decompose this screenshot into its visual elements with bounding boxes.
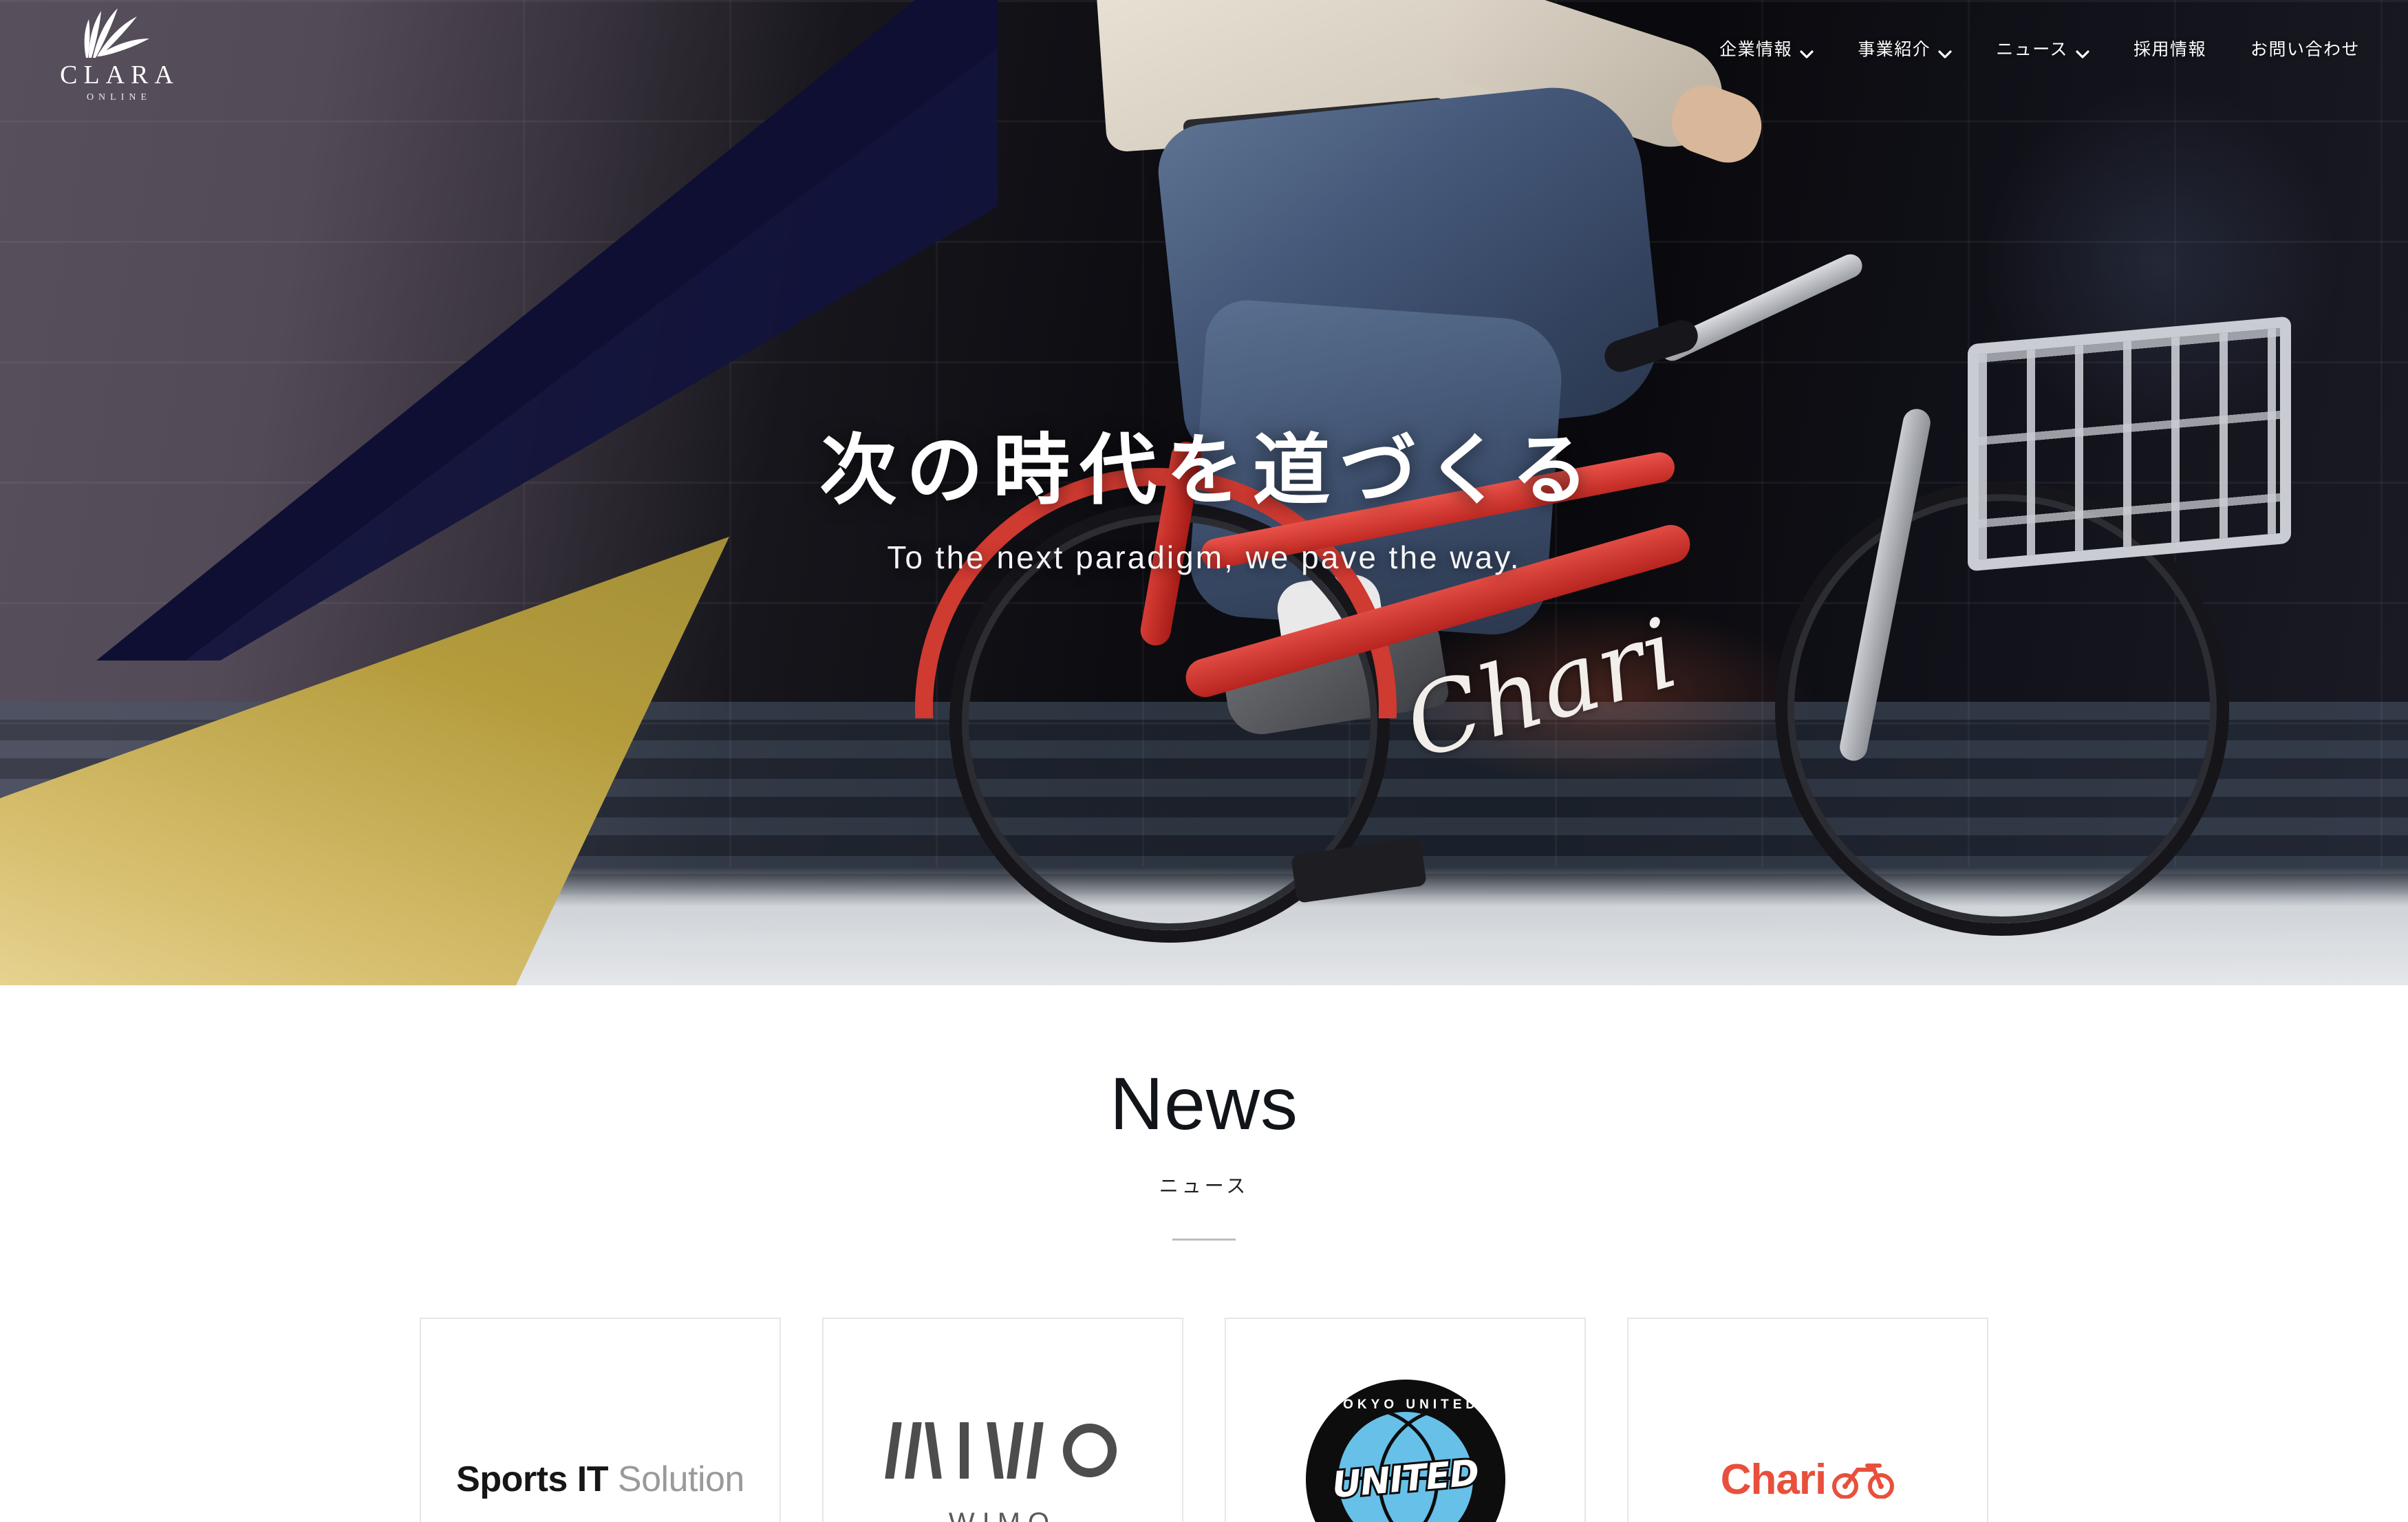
- bicycle-icon: [1831, 1460, 1895, 1499]
- chevron-down-icon: [2076, 44, 2089, 58]
- hero-title: 次の時代を道づくる: [819, 427, 1598, 513]
- news-heading: News: [1109, 1062, 1299, 1145]
- logo-text-bold: Sports IT: [456, 1459, 608, 1499]
- hero-section: Chari 次の時代を道づくる To the next paradigm, we…: [0, 0, 2408, 985]
- nav-label: 事業紹介: [1858, 40, 1931, 59]
- nav-item-recruit[interactable]: 採用情報: [2133, 36, 2206, 61]
- news-card-list: Sports IT Solution WIMO TOKYO UNITED: [0, 1318, 2408, 1522]
- nav-item-contact[interactable]: お問い合わせ: [2250, 36, 2360, 61]
- logo-tagline: ONLINE: [86, 92, 152, 103]
- badge-arc-top-text: TOKYO UNITED: [1331, 1397, 1480, 1412]
- nav-label: 採用情報: [2133, 40, 2206, 59]
- clara-leaf-mark-icon: [65, 4, 169, 61]
- bicycle-grip: [1600, 316, 1702, 376]
- nav-label: お問い合わせ: [2250, 40, 2360, 59]
- logo-wordmark: CLARA: [60, 61, 180, 89]
- chevron-down-icon: [1938, 44, 1952, 58]
- wimo-wordmark: WIMO: [949, 1508, 1057, 1522]
- site-header: CLARA ONLINE 企業情報 事業紹介 ニュース 採用情報 お問い合わせ: [0, 0, 2408, 103]
- news-card-sports-it-solution[interactable]: Sports IT Solution: [420, 1318, 781, 1522]
- nav-item-business[interactable]: 事業紹介: [1858, 36, 1952, 61]
- logo-text-light: Solution: [608, 1459, 744, 1499]
- tokyo-united-basketball-club-logo: TOKYO UNITED UNITED BASKETBALL CLUB: [1305, 1380, 1505, 1522]
- bicycle: Chari: [812, 206, 2408, 985]
- hero-copy: 次の時代を道づくる To the next paradigm, we pave …: [0, 427, 2408, 576]
- sports-it-solution-logo: Sports IT Solution: [456, 1459, 744, 1500]
- nav-item-company-info[interactable]: 企業情報: [1719, 36, 1814, 61]
- main-navigation: 企業情報 事業紹介 ニュース 採用情報 お問い合わせ: [1719, 36, 2360, 61]
- chevron-down-icon: [1800, 44, 1814, 58]
- card-content: TOKYO UNITED UNITED BASKETBALL CLUB: [1226, 1319, 1584, 1522]
- chari-logo: Chari: [1721, 1455, 1895, 1504]
- news-subheading: ニュース: [1159, 1175, 1249, 1197]
- section-divider: [1172, 1239, 1236, 1241]
- news-section: News ニュース Sports IT Solution WIMO: [0, 985, 2408, 1522]
- card-content: WIMO: [824, 1319, 1182, 1522]
- news-card-chari[interactable]: Chari: [1627, 1318, 1988, 1522]
- nav-label: ニュース: [1996, 40, 2068, 59]
- chari-wordmark: Chari: [1720, 1455, 1827, 1503]
- nav-label: 企業情報: [1719, 40, 1793, 59]
- hero-subtitle: To the next paradigm, we pave the way.: [887, 539, 1521, 575]
- card-content: Chari: [1628, 1319, 1987, 1522]
- site-logo[interactable]: CLARA ONLINE: [52, 4, 182, 103]
- card-content: Sports IT Solution: [421, 1319, 780, 1522]
- news-card-wimo[interactable]: WIMO: [822, 1318, 1183, 1522]
- wimo-logo-icon: [885, 1421, 1117, 1480]
- nav-item-news[interactable]: ニュース: [1996, 36, 2089, 61]
- news-card-tokyo-united[interactable]: TOKYO UNITED UNITED BASKETBALL CLUB: [1225, 1318, 1586, 1522]
